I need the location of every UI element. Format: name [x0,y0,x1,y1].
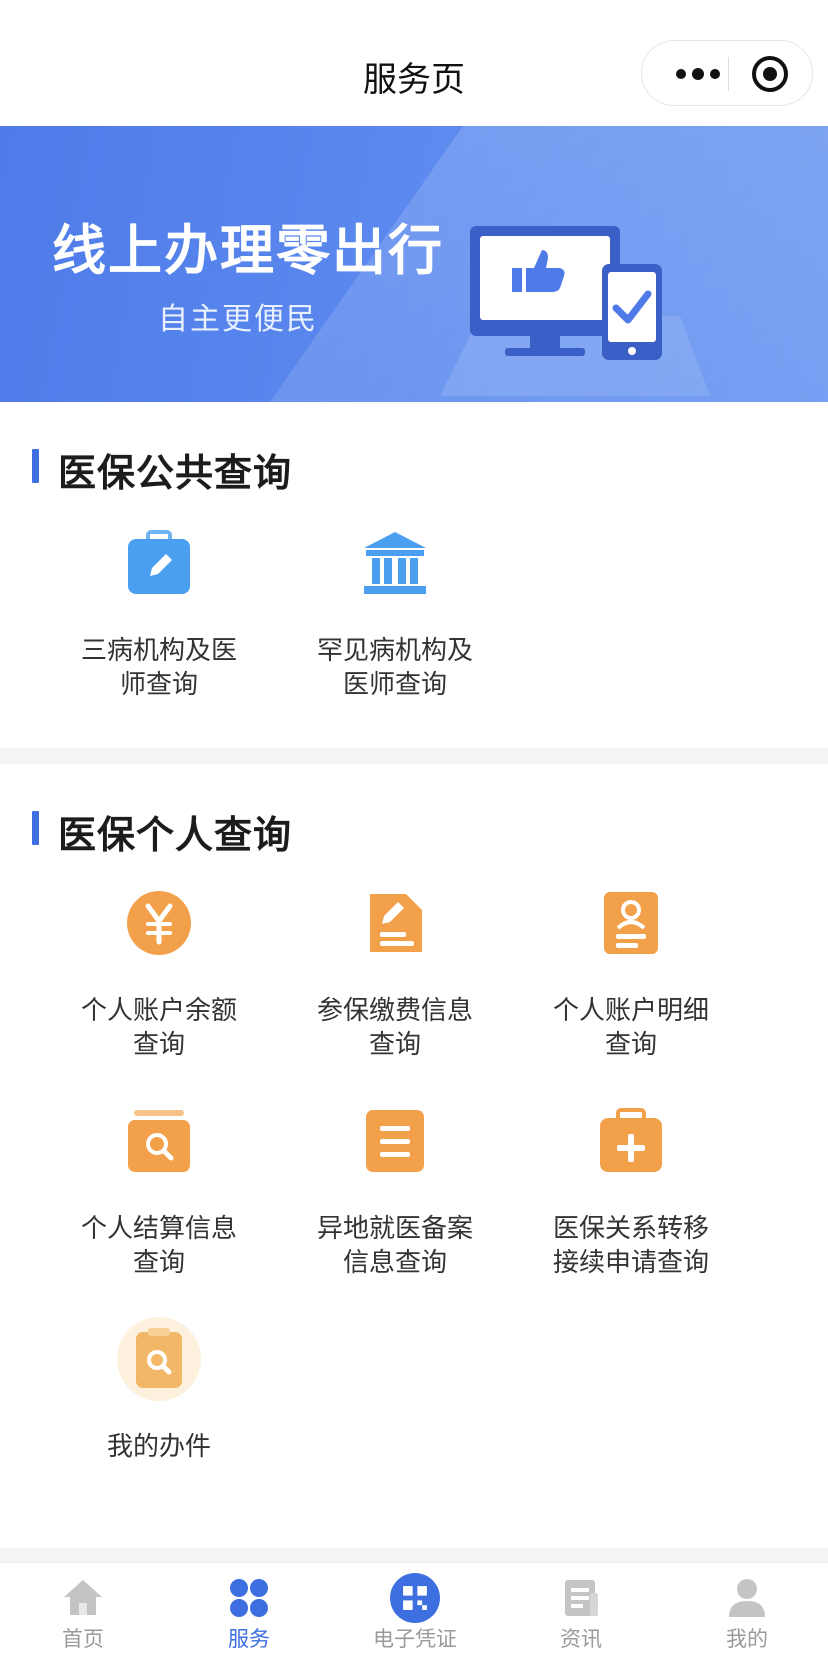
section-title: 医保公共查询 [58,451,293,495]
tab-label: 首页 [62,1627,104,1651]
item-label: 异地就医备案 信息查询 [316,1214,473,1278]
tab-e-certificate[interactable]: 电子凭证 [332,1563,498,1660]
search-clipboard-icon [117,1317,201,1401]
section-accent-bar [32,449,39,483]
banner-devices-illustration [440,226,710,396]
medical-kit-icon [600,1108,662,1172]
tab-label: 电子凭证 [373,1627,457,1651]
tab-label: 我的 [726,1627,768,1651]
item-label: 参保缴费信息 查询 [316,996,473,1060]
tab-label: 资讯 [560,1627,602,1651]
qr-code-icon [390,1573,440,1623]
home-icon [64,1580,102,1615]
banner-subtitle: 自主更便民 [158,302,318,337]
section-accent-bar [32,811,39,845]
title-bar: 服务页 [0,0,828,126]
item-label: 个人账户余额 查询 [80,996,237,1060]
promo-banner: 线上办理零出行 自主更便民 [0,126,828,402]
section-divider [0,748,828,764]
list-document-icon [366,1110,424,1172]
close-mini-program-icon[interactable] [752,56,788,92]
more-options-icon[interactable] [668,55,728,93]
tab-services[interactable]: 服务 [166,1563,332,1660]
user-icon [729,1579,765,1617]
mini-program-capsule [641,40,813,106]
edit-document-icon [370,894,422,952]
tab-home[interactable]: 首页 [0,1563,166,1660]
capsule-divider [728,57,729,91]
public-query-section: 医保公共查询 三病机构及医 师查询 罕见病机构及 医师查询 [0,402,828,748]
news-icon [565,1580,598,1616]
banner-title: 线上办理零出行 [52,219,444,282]
institution-building-icon [364,532,426,594]
bottom-tab-bar: 首页 服务 电子凭证 资讯 我的 [0,1562,828,1660]
item-label: 我的办件 [106,1432,211,1462]
item-label: 个人结算信息 查询 [80,1214,237,1278]
item-label: 个人账户明细 查询 [552,996,709,1060]
user-profile-card-icon [604,892,658,954]
yuan-coin-icon [127,891,191,955]
services-grid-icon [230,1579,268,1617]
personal-query-section: 医保个人查询 个人账户余额 查询 参保缴费信息 查询 个人账户明细 查询 个人结… [0,764,828,1548]
tab-label: 服务 [228,1627,270,1651]
tab-news[interactable]: 资讯 [498,1563,664,1660]
section-divider [0,1548,828,1562]
section-title: 医保个人查询 [58,813,293,857]
tab-mine[interactable]: 我的 [664,1563,828,1660]
item-label: 罕见病机构及 医师查询 [316,636,473,700]
item-label: 三病机构及医 师查询 [80,636,237,700]
search-folder-icon [128,1110,190,1172]
edit-briefcase-icon [128,530,190,594]
item-label: 医保关系转移 接续申请查询 [552,1214,709,1278]
